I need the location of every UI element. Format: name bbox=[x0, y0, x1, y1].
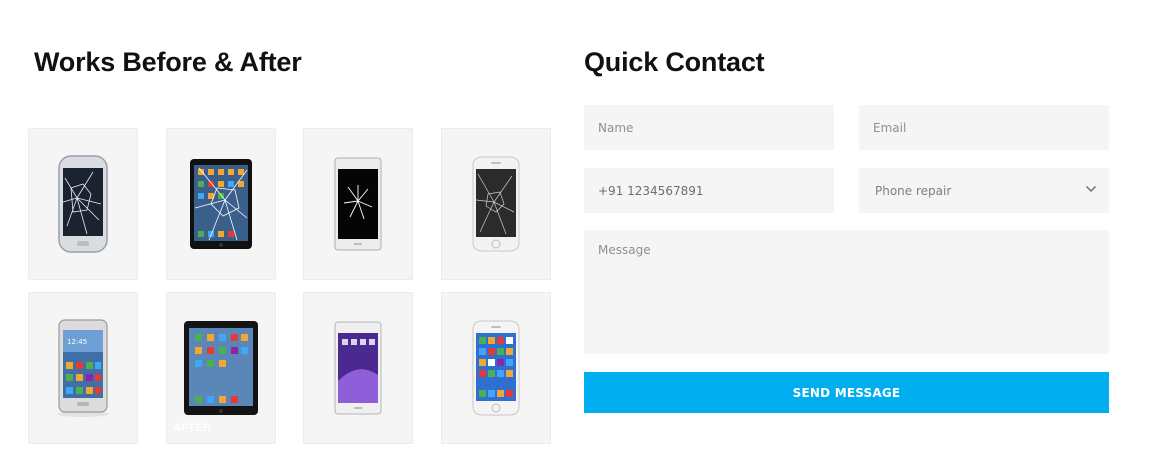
cracked-ipad-icon bbox=[190, 159, 252, 249]
gallery-tile-before-3[interactable] bbox=[303, 128, 413, 280]
gallery-tile-before-2[interactable] bbox=[166, 128, 276, 280]
gallery-tile-after-1[interactable]: 12:45 bbox=[28, 292, 138, 444]
email-input[interactable]: Email bbox=[859, 105, 1109, 150]
cracked-galaxy-phone-icon bbox=[58, 155, 108, 253]
message-textarea[interactable]: Message bbox=[584, 230, 1109, 354]
repaired-iphone-icon bbox=[472, 320, 520, 416]
phone-input[interactable]: +91 1234567891 bbox=[584, 168, 834, 213]
gallery-tile-before-4[interactable] bbox=[441, 128, 551, 280]
svg-text:12:45: 12:45 bbox=[67, 338, 87, 346]
cracked-sony-phone-icon bbox=[334, 157, 382, 251]
after-caption: AFTER bbox=[173, 422, 212, 434]
cracked-iphone-icon bbox=[472, 156, 520, 252]
service-select-value: Phone repair bbox=[875, 183, 952, 198]
gallery-tile-after-2[interactable]: AFTER bbox=[166, 292, 276, 444]
gallery-tile-after-3[interactable] bbox=[303, 292, 413, 444]
send-message-button[interactable]: SEND MESSAGE bbox=[584, 372, 1109, 413]
repaired-galaxy-phone-icon: 12:45 bbox=[57, 319, 109, 417]
works-gallery: 12:45 AFTER bbox=[28, 128, 551, 444]
gallery-tile-after-4[interactable] bbox=[441, 292, 551, 444]
chevron-down-icon bbox=[1085, 185, 1097, 193]
repaired-ipad-icon bbox=[184, 321, 258, 415]
gallery-tile-before-1[interactable] bbox=[28, 128, 138, 280]
repaired-sony-phone-icon bbox=[334, 321, 382, 415]
works-title: Works Before & After bbox=[34, 47, 302, 77]
service-select[interactable]: Phone repair bbox=[859, 168, 1109, 213]
name-input[interactable]: Name bbox=[584, 105, 834, 150]
contact-title: Quick Contact bbox=[584, 47, 765, 77]
